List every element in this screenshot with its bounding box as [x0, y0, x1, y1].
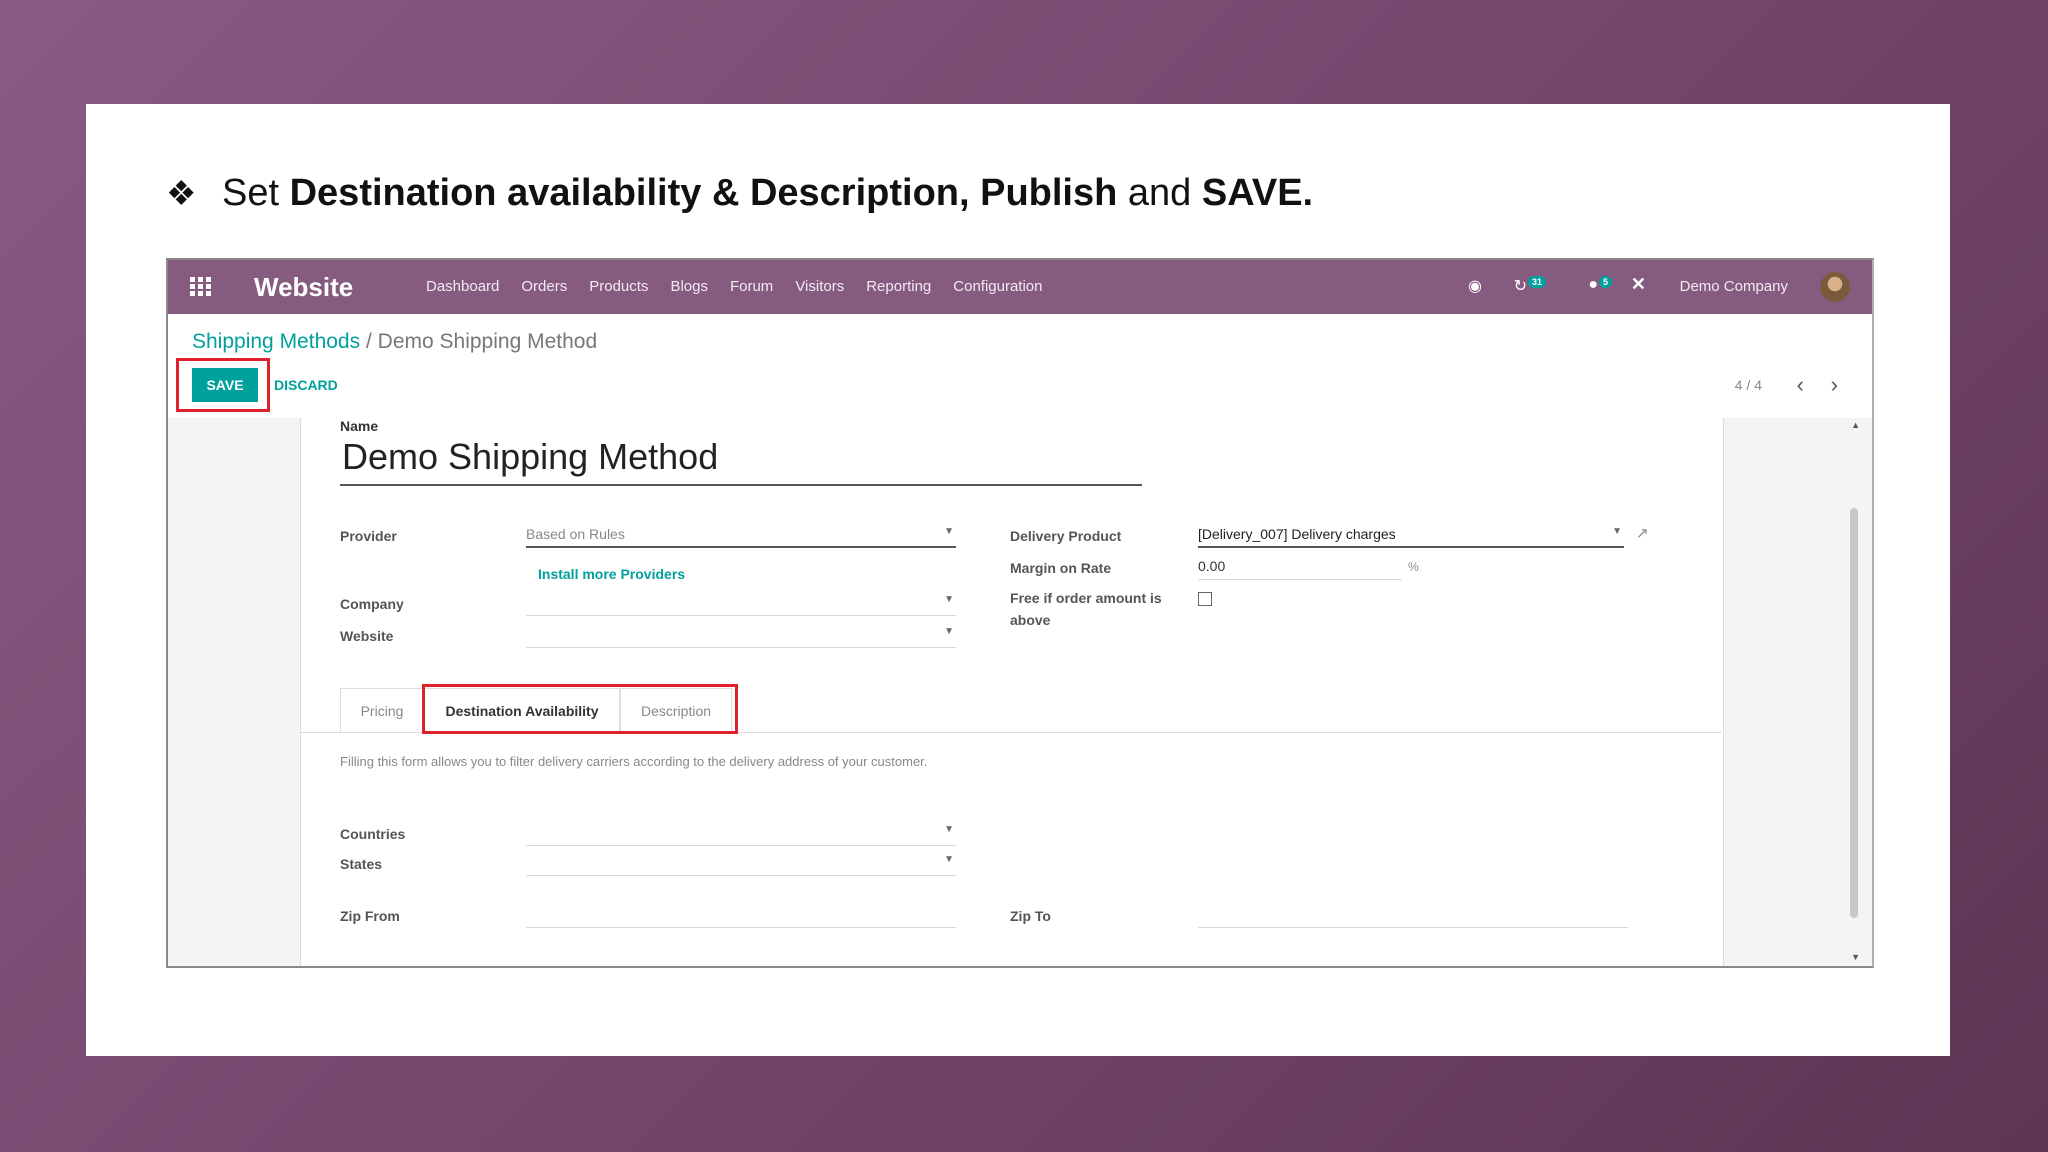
states-select[interactable]: ▼: [526, 854, 956, 876]
chevron-left-icon[interactable]: ‹: [1797, 372, 1804, 398]
delivery-product-select[interactable]: [Delivery_007] Delivery charges ▼: [1198, 526, 1624, 548]
countries-label: Countries: [340, 826, 406, 842]
destination-help-text: Filling this form allows you to filter d…: [340, 754, 928, 769]
menu-products[interactable]: Products: [589, 278, 648, 295]
odoo-screenshot: Website Dashboard Orders Products Blogs Foru…: [166, 258, 1874, 968]
chevron-down-icon: ▼: [944, 824, 954, 835]
countries-select[interactable]: ▼: [526, 824, 956, 846]
website-select[interactable]: ▼: [526, 626, 956, 648]
company-switcher[interactable]: Demo Company: [1680, 278, 1788, 295]
discard-button[interactable]: DISCARD: [274, 377, 338, 393]
chevron-down-icon: ▼: [944, 526, 954, 537]
breadcrumb-separator: /: [365, 330, 372, 353]
margin-label: Margin on Rate: [1010, 560, 1112, 576]
bug-icon[interactable]: ◉: [1468, 276, 1482, 296]
chevron-right-icon[interactable]: ›: [1831, 372, 1838, 398]
menu-reporting[interactable]: Reporting: [866, 278, 931, 295]
margin-input[interactable]: 0.00: [1198, 558, 1402, 580]
apps-icon[interactable]: [190, 277, 212, 297]
top-navbar: Website Dashboard Orders Products Blogs Foru…: [168, 260, 1872, 314]
avatar[interactable]: [1820, 272, 1850, 302]
company-label: Company: [340, 596, 404, 612]
tab-pricing[interactable]: Pricing: [340, 688, 424, 732]
chat-icon[interactable]: ● 5: [1588, 276, 1612, 294]
breadcrumb-current: Demo Shipping Method: [377, 330, 598, 353]
scroll-down-icon[interactable]: ▼: [1851, 952, 1860, 962]
zip-to-label: Zip To: [1010, 908, 1051, 924]
provider-select[interactable]: Based on Rules ▼: [526, 526, 956, 548]
free-amount-label-2: above: [1010, 612, 1051, 628]
close-icon[interactable]: ✕: [1631, 274, 1646, 295]
scroll-up-icon[interactable]: ▲: [1851, 420, 1860, 430]
zip-from-label: Zip From: [340, 908, 400, 924]
scrollbar-thumb[interactable]: [1850, 508, 1858, 918]
heading-part: and: [1117, 172, 1202, 214]
app-name[interactable]: Website: [254, 272, 353, 303]
external-link-icon[interactable]: ↗: [1636, 524, 1649, 542]
slide: ❖ Set Destination availability & Descript…: [86, 104, 1950, 1056]
delivery-product-value: [Delivery_007] Delivery charges: [1198, 526, 1396, 542]
provider-label: Provider: [340, 528, 397, 544]
chevron-down-icon: ▼: [944, 854, 954, 865]
tabs-highlight-box: [422, 684, 738, 734]
install-providers-link[interactable]: Install more Providers: [538, 566, 685, 582]
breadcrumb-parent[interactable]: Shipping Methods: [192, 330, 360, 353]
states-label: States: [340, 856, 383, 872]
chevron-down-icon: ▼: [944, 626, 954, 637]
messages-badge: 5: [1598, 276, 1612, 288]
chevron-down-icon: ▼: [1612, 526, 1622, 537]
activity-icon[interactable]: ↻ 31: [1514, 276, 1546, 296]
zip-to-input[interactable]: [1198, 906, 1628, 928]
margin-unit: %: [1408, 560, 1419, 574]
heading-part: Set: [222, 172, 290, 214]
menu-configuration[interactable]: Configuration: [953, 278, 1042, 295]
save-highlight-box: [176, 358, 270, 412]
company-select[interactable]: ▼: [526, 594, 956, 616]
chevron-down-icon: ▼: [944, 594, 954, 605]
provider-value: Based on Rules: [526, 526, 625, 542]
menu-forum[interactable]: Forum: [730, 278, 773, 295]
breadcrumb: Shipping Methods / Demo Shipping Method: [192, 330, 597, 354]
main-menu: Dashboard Orders Products Blogs Forum Visitor…: [426, 278, 1065, 295]
delivery-product-label: Delivery Product: [1010, 528, 1122, 544]
activity-badge: 31: [1527, 276, 1546, 288]
name-input[interactable]: [340, 430, 1142, 486]
heading-part-bold: SAVE.: [1201, 172, 1314, 214]
menu-orders[interactable]: Orders: [521, 278, 567, 295]
instruction-heading: ❖ Set Destination availability & Descript…: [166, 172, 1313, 215]
menu-visitors[interactable]: Visitors: [795, 278, 844, 295]
zip-from-input[interactable]: [526, 906, 956, 928]
heading-part-bold: Destination availability & Description, …: [289, 172, 1118, 214]
pager-counter[interactable]: 4 / 4: [1735, 377, 1762, 393]
menu-dashboard[interactable]: Dashboard: [426, 278, 499, 295]
free-amount-label: Free if order amount is: [1010, 590, 1162, 606]
bullet-icon: ❖: [166, 175, 197, 213]
website-label: Website: [340, 628, 394, 644]
menu-blogs[interactable]: Blogs: [670, 278, 708, 295]
free-amount-checkbox[interactable]: [1198, 592, 1212, 606]
